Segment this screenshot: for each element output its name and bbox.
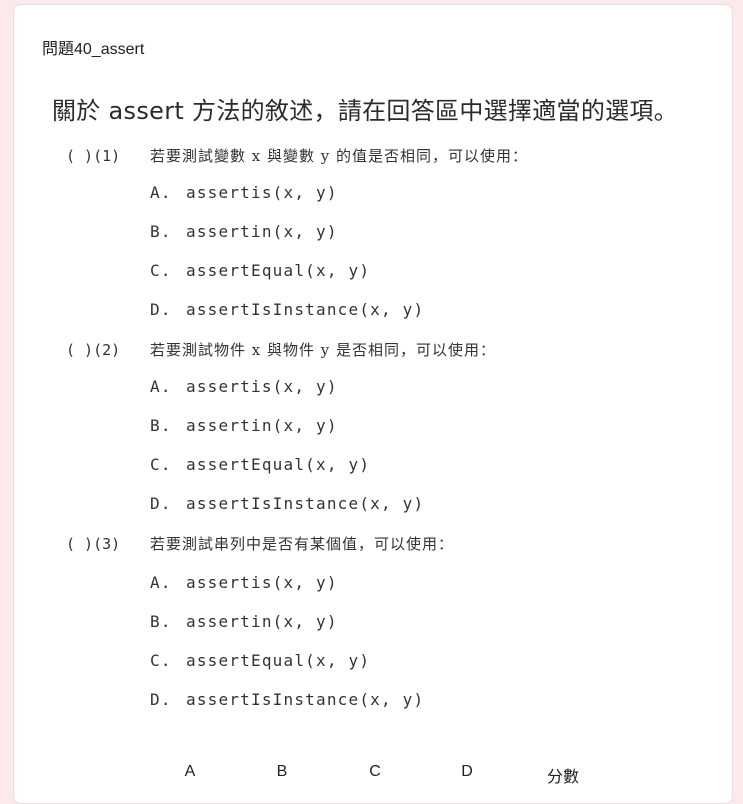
subquestion-number: ( )(1): [66, 147, 121, 165]
option-d: D. assertIsInstance(x, y): [150, 494, 425, 513]
grid-column-score: 分數: [546, 769, 580, 786]
option-b: B. assertin(x, y): [150, 612, 338, 631]
subquestion-prompt: 若要測試變數 x 與變數 y 的值是否相同，可以使用：: [150, 147, 529, 165]
option-a: A. assertis(x, y): [150, 573, 338, 592]
option-d: D. assertIsInstance(x, y): [150, 300, 425, 319]
subquestion-number: ( )(3): [66, 535, 121, 553]
question-image: 關於 assert 方法的敘述，請在回答區中選擇適當的選項。 ( )(1) 若要測…: [50, 91, 730, 721]
option-c: C. assertEqual(x, y): [150, 651, 371, 670]
question-card: 問題40_assert 關於 assert 方法的敘述，請在回答區中選擇適當的選…: [13, 4, 733, 804]
grid-column-d: D: [461, 763, 473, 780]
subquestion-prompt: 若要測試物件 x 與物件 y 是否相同，可以使用：: [150, 341, 497, 359]
question-intro: 關於 assert 方法的敘述，請在回答區中選擇適當的選項。: [52, 97, 679, 125]
subquestion-number: ( )(2): [66, 341, 121, 359]
option-b: B. assertin(x, y): [150, 222, 338, 241]
subquestion-prompt: 若要測試串列中是否有某個值，可以使用：: [150, 535, 455, 553]
option-a: A. assertis(x, y): [150, 183, 338, 202]
option-a: A. assertis(x, y): [150, 377, 338, 396]
option-c: C. assertEqual(x, y): [150, 261, 371, 280]
option-d: D. assertIsInstance(x, y): [150, 690, 425, 709]
grid-column-b: B: [276, 763, 288, 780]
answer-grid-header: A B C D 分數: [14, 763, 734, 787]
option-b: B. assertin(x, y): [150, 416, 338, 435]
option-c: C. assertEqual(x, y): [150, 455, 371, 474]
grid-column-a: A: [184, 763, 196, 780]
grid-column-c: C: [369, 763, 381, 780]
question-title: 問題40_assert: [42, 41, 145, 58]
